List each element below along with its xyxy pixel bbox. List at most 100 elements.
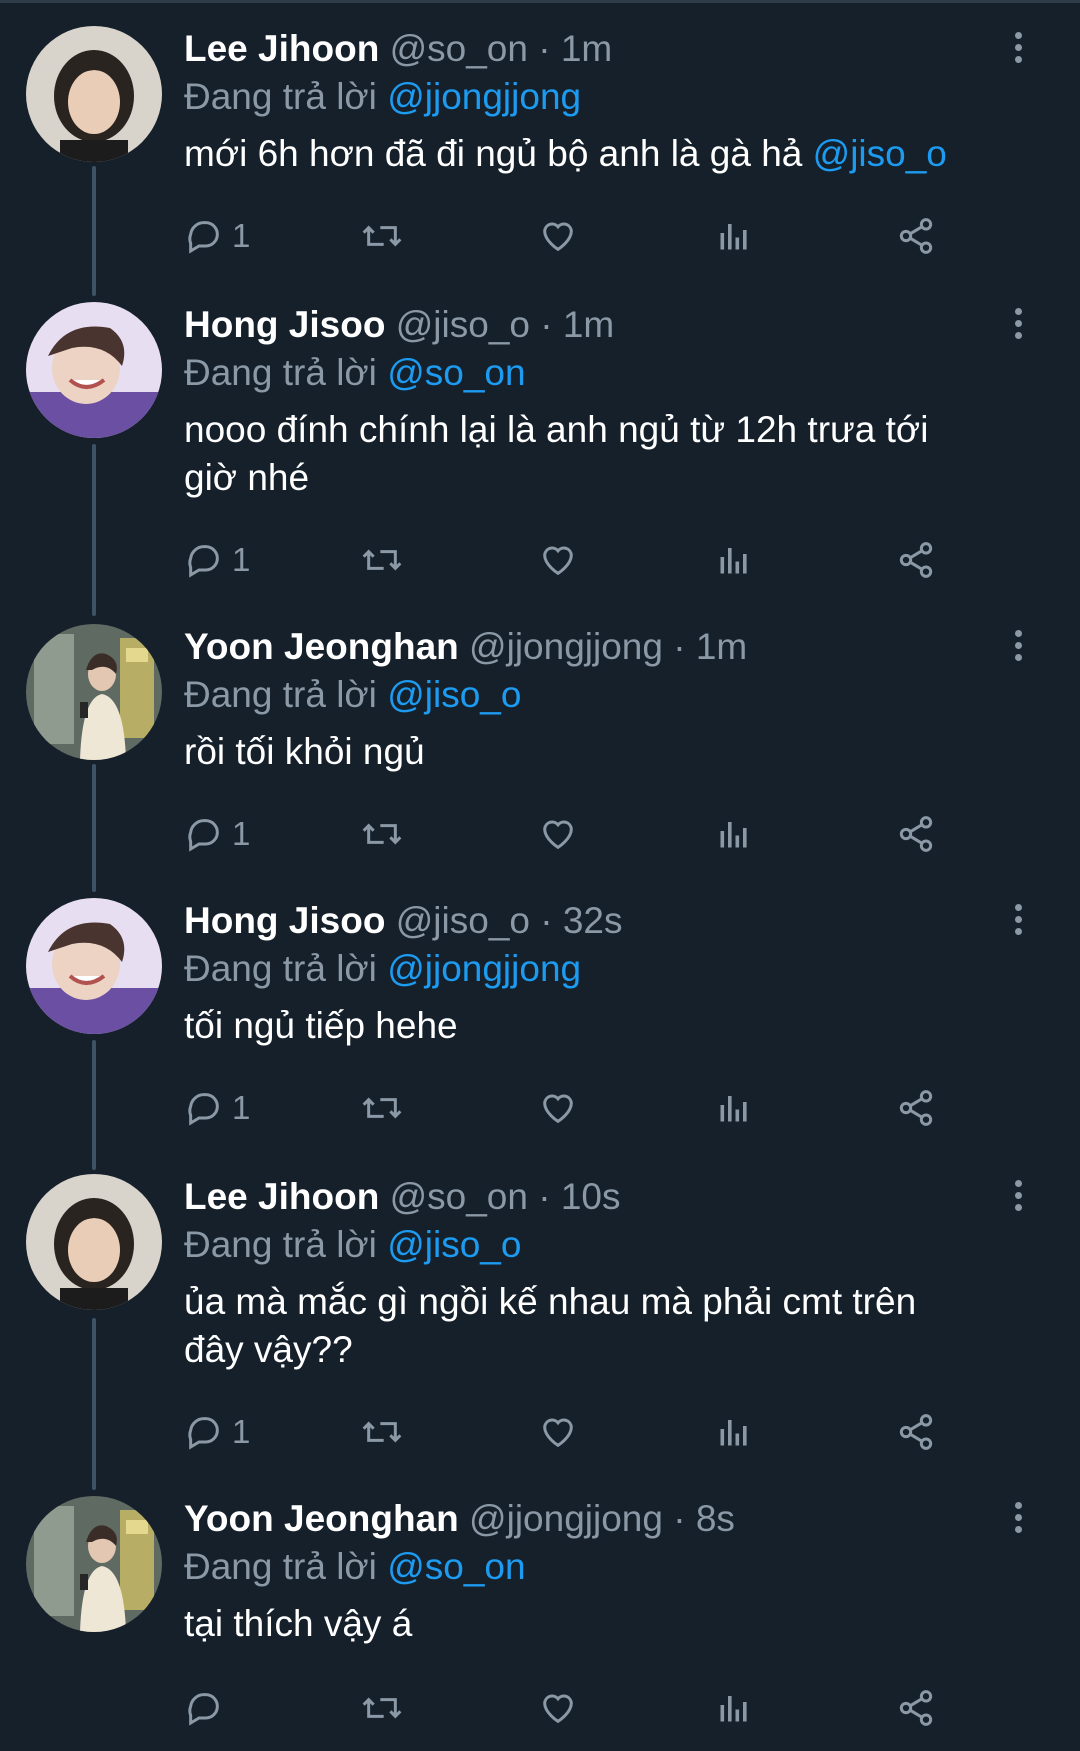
author-name[interactable]: Hong Jisoo xyxy=(184,304,385,345)
avatar-lee-jihoon[interactable] xyxy=(26,1174,162,1310)
author-name[interactable]: Lee Jihoon xyxy=(184,1176,379,1217)
heart-icon xyxy=(543,1694,573,1724)
author-name[interactable]: Yoon Jeonghan xyxy=(184,1498,459,1539)
like-button[interactable] xyxy=(538,1686,578,1730)
more-options-icon[interactable] xyxy=(1008,630,1028,666)
reply-icon xyxy=(188,221,219,254)
reply-button[interactable]: 1 xyxy=(184,812,250,856)
replying-mention[interactable]: @jjongjjong xyxy=(387,76,581,117)
replying-label: Đang trả lời xyxy=(184,674,388,715)
reply-button[interactable] xyxy=(184,1686,232,1730)
thread-line xyxy=(92,764,96,892)
author-handle[interactable]: @jjongjjong xyxy=(469,626,663,667)
replying-to: Đang trả lời @jiso_o xyxy=(184,672,1028,718)
replying-to: Đang trả lời @so_on xyxy=(184,350,1028,396)
like-button[interactable] xyxy=(538,1410,578,1454)
reply-icon xyxy=(188,1093,219,1126)
like-button[interactable] xyxy=(538,812,578,856)
timestamp[interactable]: 8s xyxy=(696,1498,735,1539)
author-handle[interactable]: @jiso_o xyxy=(396,304,530,345)
reply-icon xyxy=(188,1693,219,1726)
share-button[interactable] xyxy=(896,538,936,582)
share-button[interactable] xyxy=(896,214,936,258)
tweet-text-line: ủa mà mắc gì ngồi kế nhau mà phải cmt tr… xyxy=(184,1281,917,1322)
tweet-header: Hong Jisoo @jiso_o · 1m xyxy=(184,302,1028,348)
retweet-button[interactable] xyxy=(360,1410,404,1454)
retweet-button[interactable] xyxy=(360,1686,404,1730)
avatar-lee-jihoon[interactable] xyxy=(26,26,162,162)
share-button[interactable] xyxy=(896,1086,936,1130)
avatar-hong-jisoo[interactable] xyxy=(26,302,162,438)
timestamp[interactable]: 32s xyxy=(563,900,623,941)
timestamp[interactable]: 1m xyxy=(563,304,614,345)
reply-button[interactable]: 1 xyxy=(184,1086,250,1130)
author-handle[interactable]: @jjongjjong xyxy=(469,1498,663,1539)
more-options-icon[interactable] xyxy=(1008,1502,1028,1538)
replying-mention[interactable]: @jiso_o xyxy=(387,674,521,715)
thread-line xyxy=(92,1040,96,1170)
reply-button[interactable]: 1 xyxy=(184,1410,250,1454)
replying-mention[interactable]: @jiso_o xyxy=(387,1224,521,1265)
replying-label: Đang trả lời xyxy=(184,1224,388,1265)
views-button[interactable] xyxy=(716,214,752,258)
heart-icon xyxy=(543,1094,573,1124)
author-handle[interactable]: @so_on xyxy=(390,28,528,69)
author-handle[interactable]: @jiso_o xyxy=(396,900,530,941)
tweet-text-line: đây vậy?? xyxy=(184,1329,353,1370)
replying-label: Đang trả lời xyxy=(184,948,388,989)
heart-icon xyxy=(543,820,573,850)
views-button[interactable] xyxy=(716,1086,752,1130)
more-options-icon[interactable] xyxy=(1008,1180,1028,1216)
retweet-button[interactable] xyxy=(360,1086,404,1130)
top-divider xyxy=(0,0,1080,3)
separator-dot: · xyxy=(538,28,551,69)
share-button[interactable] xyxy=(896,1410,936,1454)
like-button[interactable] xyxy=(538,1086,578,1130)
retweet-button[interactable] xyxy=(360,538,404,582)
heart-icon xyxy=(543,222,573,252)
more-options-icon[interactable] xyxy=(1008,904,1028,940)
retweet-button[interactable] xyxy=(360,812,404,856)
thread-line xyxy=(92,444,96,616)
tweet-content: Hong Jisoo @jiso_o · 32s Đang trả lời @j… xyxy=(184,898,1028,1050)
views-button[interactable] xyxy=(716,1410,752,1454)
tweet-text-line: mới 6h hơn đã đi ngủ bộ anh là gà hả xyxy=(184,133,813,174)
avatar-hong-jisoo[interactable] xyxy=(26,898,162,1034)
views-button[interactable] xyxy=(716,538,752,582)
author-name[interactable]: Lee Jihoon xyxy=(184,28,379,69)
tweet-actions: 1 xyxy=(184,812,1044,856)
replying-mention[interactable]: @so_on xyxy=(387,352,525,393)
timestamp[interactable]: 10s xyxy=(561,1176,621,1217)
tweet-text: tại thích vậy á xyxy=(184,1600,1028,1648)
timestamp[interactable]: 1m xyxy=(696,626,747,667)
tweet-actions: 1 xyxy=(184,1410,1044,1454)
share-button[interactable] xyxy=(896,1686,936,1730)
more-options-icon[interactable] xyxy=(1008,32,1028,68)
share-icon xyxy=(899,542,933,578)
views-button[interactable] xyxy=(716,812,752,856)
views-button[interactable] xyxy=(716,1686,752,1730)
reply-button[interactable]: 1 xyxy=(184,214,250,258)
replying-mention[interactable]: @jjongjjong xyxy=(387,948,581,989)
replying-mention[interactable]: @so_on xyxy=(387,1546,525,1587)
like-button[interactable] xyxy=(538,214,578,258)
author-name[interactable]: Hong Jisoo xyxy=(184,900,385,941)
timestamp[interactable]: 1m xyxy=(561,28,612,69)
reply-count: 1 xyxy=(232,1089,251,1126)
replying-label: Đang trả lời xyxy=(184,76,388,117)
avatar-yoon-jeonghan[interactable] xyxy=(26,624,162,760)
reply-button[interactable]: 1 xyxy=(184,538,250,582)
share-button[interactable] xyxy=(896,812,936,856)
avatar-yoon-jeonghan[interactable] xyxy=(26,1496,162,1632)
more-options-icon[interactable] xyxy=(1008,308,1028,344)
author-handle[interactable]: @so_on xyxy=(390,1176,528,1217)
tweet-content: Yoon Jeonghan @jjongjjong · 1m Đang trả … xyxy=(184,624,1028,776)
retweet-button[interactable] xyxy=(360,214,404,258)
author-name[interactable]: Yoon Jeonghan xyxy=(184,626,459,667)
like-button[interactable] xyxy=(538,538,578,582)
tweet-actions: 1 xyxy=(184,1086,1044,1130)
heart-icon xyxy=(543,546,573,576)
reply-count: 1 xyxy=(232,1413,251,1450)
tweet-mention[interactable]: @jiso_o xyxy=(813,133,947,174)
tweet-text-line: rồi tối khỏi ngủ xyxy=(184,731,425,772)
